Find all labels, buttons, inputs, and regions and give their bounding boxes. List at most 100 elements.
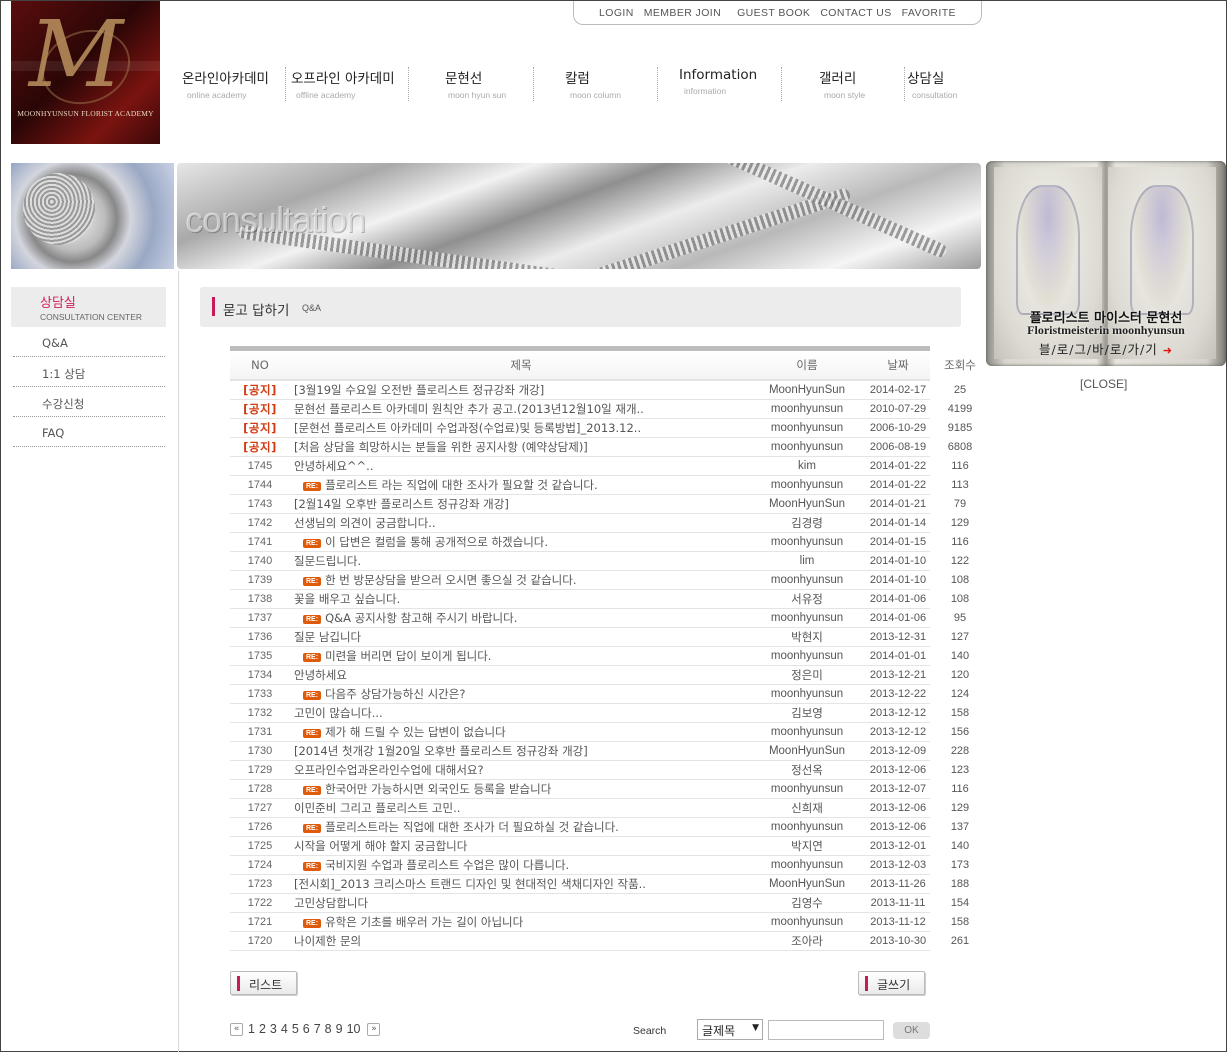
table-row[interactable]: [공지] [3월19일 수요일 오전반 플로리스트 정규강좌 개강] MoonHyu… <box>230 381 966 400</box>
post-author: moonhyunsun <box>770 650 844 662</box>
table-row[interactable]: 1725 시작을 어떻게 해야 할지 궁금합니다 박지연 2013-12-01 140 <box>230 837 969 856</box>
table-row[interactable]: 1740 질문드립니다. lim 2014-01-10 122 <box>230 552 969 571</box>
guest-book-link[interactable]: GUEST BOOK <box>737 7 810 19</box>
post-subject-link[interactable]: 나이제한 문의 <box>290 933 752 949</box>
nav-consultation[interactable]: 상담실 consultation <box>907 67 957 101</box>
next-page-button[interactable]: » <box>367 1022 381 1036</box>
nav-gallery[interactable]: 갤러리 moon style <box>819 67 865 101</box>
side-item-enroll[interactable]: 수강신청 <box>13 387 165 417</box>
table-row[interactable]: 1729 오프라인수업과온라인수업에 대해서요? 정선옥 2013-12-06 123 <box>230 761 969 780</box>
search-input[interactable] <box>768 1020 884 1040</box>
table-row[interactable]: 1730 [2014년 첫개강 1월20일 오후반 플로리스트 정규강좌 개강] M… <box>230 742 969 761</box>
post-subject-link[interactable]: RE: 다음주 상담가능하신 시간은? <box>290 686 752 702</box>
post-subject-link[interactable]: 시작을 어떻게 해야 할지 궁금합니다 <box>290 838 752 854</box>
nav-offline-academy[interactable]: 오프라인 아카데미 offline academy <box>291 67 395 101</box>
page-link[interactable]: 5 <box>291 1022 300 1036</box>
post-subject-link[interactable]: [처음 상담을 희망하시는 분들을 위한 공지사항 (예약상담제)] <box>290 439 752 455</box>
close-popup-link[interactable]: [CLOSE] <box>1080 377 1127 391</box>
table-row[interactable]: 1736 질문 남깁니다 박현지 2013-12-31 127 <box>230 628 969 647</box>
page-link[interactable]: 4 <box>280 1022 289 1036</box>
post-subject-link[interactable]: 질문드립니다. <box>290 553 752 569</box>
post-subject-link[interactable]: 안녕하세요 <box>290 667 752 683</box>
post-subject-link[interactable]: 문현선 플로리스트 아카데미 원칙안 추가 공고.(2013년12월10일 재개… <box>290 401 752 417</box>
page-link[interactable]: 1 <box>247 1022 256 1036</box>
table-row[interactable]: 1738 꽃을 배우고 싶습니다. 서유정 2014-01-06 108 <box>230 590 969 609</box>
table-row[interactable]: 1734 안녕하세요 정은미 2013-12-21 120 <box>230 666 969 685</box>
page-link[interactable]: 6 <box>302 1022 311 1036</box>
post-subject-link[interactable]: [문현선 플로리스트 아카데미 수업과정(수업료)및 등록방법]_2013.12… <box>290 420 752 436</box>
table-row[interactable]: 1728 RE: 한국어만 가능하시면 외국인도 등록을 받습니다 moonhyuns… <box>230 780 969 799</box>
blog-book-popup[interactable]: 플로리스트 마이스터 문현선 Floristmeisterin moonhyun… <box>986 161 1226 366</box>
page-link[interactable]: 10 <box>346 1022 362 1036</box>
post-subject-link[interactable]: 질문 남깁니다 <box>290 629 752 645</box>
side-item-qna[interactable]: Q&A <box>13 327 165 357</box>
post-subject-link[interactable]: RE: 유학은 기초를 배우러 가는 길이 아닙니다 <box>290 914 752 930</box>
page-link[interactable]: 2 <box>258 1022 267 1036</box>
table-row[interactable]: 1727 이민준비 그리고 플로리스트 고민.. 신희재 2013-12-06 129 <box>230 799 969 818</box>
table-row[interactable]: 1722 고민상담합니다 김영수 2013-11-11 154 <box>230 894 969 913</box>
post-subject-link[interactable]: RE: 플로리스트 라는 직업에 대한 조사가 필요할 것 같습니다. <box>290 477 752 493</box>
search-field-select[interactable]: 글제목 ▼ <box>697 1019 763 1040</box>
table-row[interactable]: 1742 선생님의 의견이 궁금합니다.. 김경령 2014-01-14 129 <box>230 514 969 533</box>
post-subject-link[interactable]: RE: 미련을 버리면 답이 보이게 됩니다. <box>290 648 752 664</box>
list-button[interactable]: 리스트 <box>230 971 297 995</box>
post-subject-link[interactable]: RE: 플로리스트라는 직업에 대한 조사가 더 필요하실 것 같습니다. <box>290 819 752 835</box>
table-row[interactable]: 1745 안녕하세요^^.. kim 2014-01-22 116 <box>230 457 969 476</box>
table-row[interactable]: 1733 RE: 다음주 상담가능하신 시간은? moonhyunsun 2013-12… <box>230 685 969 704</box>
post-subject-link[interactable]: 고민이 많습니다... <box>290 705 752 721</box>
table-row[interactable]: 1737 RE: Q&A 공지사항 참고해 주시기 바랍니다. moonhyunsun… <box>230 609 966 628</box>
search-ok-button[interactable]: OK <box>893 1022 930 1039</box>
login-link[interactable]: LOGIN <box>599 7 634 19</box>
table-row[interactable]: [공지] 문현선 플로리스트 아카데미 원칙안 추가 공고.(2013년12월10… <box>230 400 972 419</box>
contact-us-link[interactable]: CONTACT US <box>820 7 891 19</box>
post-subject-link[interactable]: RE: Q&A 공지사항 참고해 주시기 바랍니다. <box>290 610 752 626</box>
table-row[interactable]: [공지] [처음 상담을 희망하시는 분들을 위한 공지사항 (예약상담제)] mo… <box>230 438 972 457</box>
table-row[interactable]: 1721 RE: 유학은 기초를 배우러 가는 길이 아닙니다 moonhyunsun… <box>230 913 969 932</box>
post-subject-link[interactable]: RE: 한국어만 가능하시면 외국인도 등록을 받습니다 <box>290 781 752 797</box>
post-subject-link[interactable]: 꽃을 배우고 싶습니다. <box>290 591 752 607</box>
page-link[interactable]: 3 <box>269 1022 278 1036</box>
table-row[interactable]: [공지] [문현선 플로리스트 아카데미 수업과정(수업료)및 등록방법]_201… <box>230 419 972 438</box>
table-row[interactable]: 1743 [2월14일 오후반 플로리스트 정규강좌 개강] MoonHyunSun… <box>230 495 966 514</box>
table-row[interactable]: 1720 나이제한 문의 조아라 2013-10-30 261 <box>230 932 969 951</box>
post-subject-link[interactable]: 안녕하세요^^.. <box>290 458 752 474</box>
table-row[interactable]: 1739 RE: 한 번 방문상담을 받으러 오시면 좋으실 것 같습니다. moon… <box>230 571 969 590</box>
post-subject-link[interactable]: [2014년 첫개강 1월20일 오후반 플로리스트 정규강좌 개강] <box>290 743 752 759</box>
page-link[interactable]: 7 <box>313 1022 322 1036</box>
table-row[interactable]: 1735 RE: 미련을 버리면 답이 보이게 됩니다. moonhyunsun 201… <box>230 647 969 666</box>
blog-link[interactable]: 블/로/그/바/로/가/기 ➜ <box>986 339 1226 358</box>
nav-moon-hyun-sun[interactable]: 문현선 moon hyun sun <box>445 67 506 101</box>
post-subject-link[interactable]: RE: 제가 해 드릴 수 있는 답변이 없습니다 <box>290 724 752 740</box>
side-item-1on1[interactable]: 1:1 상담 <box>13 357 165 387</box>
post-subject-link[interactable]: [3월19일 수요일 오전반 플로리스트 정규강좌 개강] <box>290 382 752 398</box>
post-subject-link[interactable]: RE: 이 답변은 컬럼을 통해 공개적으로 하겠습니다. <box>290 534 752 550</box>
table-row[interactable]: 1724 RE: 국비지원 수업과 플로리스트 수업은 많이 다릅니다. moonhy… <box>230 856 969 875</box>
member-join-link[interactable]: MEMBER JOIN <box>644 7 721 19</box>
table-row[interactable]: 1732 고민이 많습니다... 김보영 2013-12-12 158 <box>230 704 969 723</box>
post-subject-link[interactable]: [전시회]_2013 크리스마스 트랜드 디자인 및 현대적인 색채디자인 작품… <box>290 876 752 892</box>
header-no: NO <box>251 358 269 372</box>
table-row[interactable]: 1741 RE: 이 답변은 컬럼을 통해 공개적으로 하겠습니다. moonhyun… <box>230 533 969 552</box>
prev-page-button[interactable]: « <box>230 1022 243 1036</box>
nav-information[interactable]: Information information <box>679 67 757 101</box>
table-row[interactable]: 1731 RE: 제가 해 드릴 수 있는 답변이 없습니다 moonhyunsun 2… <box>230 723 969 742</box>
nav-column[interactable]: 칼럼 moon column <box>565 67 621 101</box>
post-subject-link[interactable]: RE: 한 번 방문상담을 받으러 오시면 좋으실 것 같습니다. <box>290 572 752 588</box>
post-subject-link[interactable]: 이민준비 그리고 플로리스트 고민.. <box>290 800 752 816</box>
page-link[interactable]: 8 <box>324 1022 333 1036</box>
post-subject-link[interactable]: [2월14일 오후반 플로리스트 정규강좌 개강] <box>290 496 752 512</box>
post-subject-link[interactable]: 선생님의 의견이 궁금합니다.. <box>290 515 752 531</box>
page-link[interactable]: 9 <box>335 1022 344 1036</box>
post-subject-link[interactable]: 고민상담합니다 <box>290 895 752 911</box>
table-row[interactable]: 1726 RE: 플로리스트라는 직업에 대한 조사가 더 필요하실 것 같습니다.… <box>230 818 969 837</box>
table-row[interactable]: 1723 [전시회]_2013 크리스마스 트랜드 디자인 및 현대적인 색채디자… <box>230 875 969 894</box>
side-item-faq[interactable]: FAQ <box>13 417 165 447</box>
table-row[interactable]: 1744 RE: 플로리스트 라는 직업에 대한 조사가 필요할 것 같습니다. mo… <box>230 476 969 495</box>
reply-badge-icon: RE: <box>303 786 322 795</box>
write-button[interactable]: 글쓰기 <box>858 971 925 995</box>
favorite-link[interactable]: FAVORITE <box>902 7 956 19</box>
post-subject-link[interactable]: RE: 국비지원 수업과 플로리스트 수업은 많이 다릅니다. <box>290 857 752 873</box>
nav-online-academy[interactable]: 온라인아카데미 online academy <box>182 67 269 101</box>
top-links: LOGIN MEMBER JOIN GUEST BOOK CONTACT US … <box>573 1 982 25</box>
post-subject-link[interactable]: 오프라인수업과온라인수업에 대해서요? <box>290 762 752 778</box>
